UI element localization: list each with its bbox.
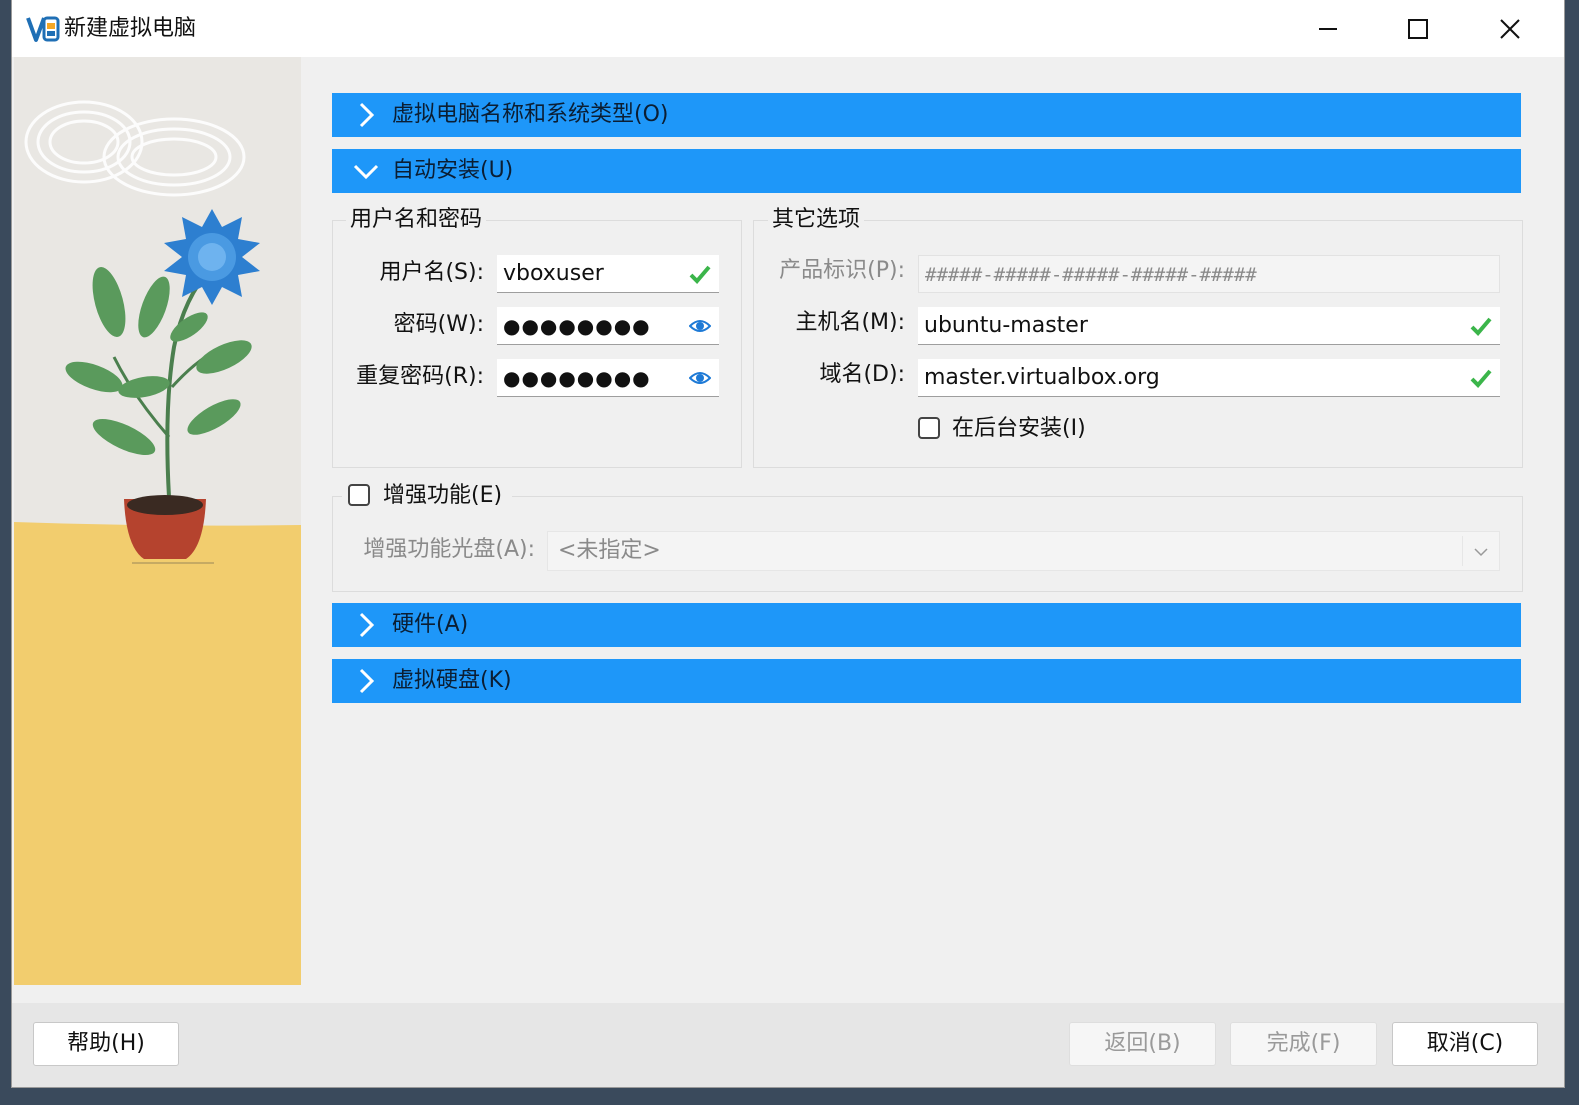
section-label: 虚拟硬盘(K) [392, 668, 512, 693]
username-label: 用户名(S): [379, 260, 484, 285]
domain-label: 域名(D): [819, 362, 905, 387]
background-install-label: 在后台安装(I) [952, 416, 1086, 441]
title-bar: 新建虚拟电脑 [12, 0, 1564, 57]
minimize-button[interactable] [1283, 0, 1373, 57]
new-vm-dialog: 新建虚拟电脑 虚拟电脑名称和系统类型(O) 自动安装(U) 用户名和密码 用户名… [12, 0, 1564, 1087]
virtualbox-app-icon [26, 16, 60, 42]
product-key-input[interactable]: #####-#####-#####-#####-##### [918, 255, 1500, 293]
chevron-down-icon [353, 164, 379, 180]
chevron-right-icon [359, 668, 375, 694]
username-input[interactable]: vboxuser [497, 255, 719, 293]
finish-button[interactable]: 完成(F) [1230, 1022, 1377, 1066]
domain-value: master.virtualbox.org [924, 365, 1160, 390]
close-icon [1500, 18, 1520, 39]
minimize-icon [1319, 27, 1337, 30]
section-virtual-disk[interactable]: 虚拟硬盘(K) [332, 659, 1521, 703]
section-label: 虚拟电脑名称和系统类型(O) [392, 102, 669, 127]
hostname-label: 主机名(M): [795, 310, 905, 335]
section-unattended-install[interactable]: 自动安装(U) [332, 149, 1521, 193]
product-key-label: 产品标识(P): [779, 258, 905, 283]
repeat-password-label: 重复密码(R): [356, 364, 484, 389]
wizard-illustration [14, 57, 301, 985]
password-label: 密码(W): [393, 312, 484, 337]
background-install-checkbox[interactable] [918, 417, 940, 439]
other-options-group-title: 其它选项 [768, 205, 865, 235]
guest-additions-label: 增强功能(E) [383, 483, 503, 508]
hostname-value: ubuntu-master [924, 313, 1088, 338]
maximize-button[interactable] [1373, 0, 1463, 57]
combo-separator [1462, 536, 1463, 566]
section-label: 自动安装(U) [392, 158, 514, 183]
help-button[interactable]: 帮助(H) [33, 1022, 179, 1066]
valid-check-icon [1470, 369, 1492, 388]
back-button[interactable]: 返回(B) [1069, 1022, 1216, 1066]
chevron-right-icon [359, 102, 375, 128]
eye-icon[interactable] [689, 367, 711, 389]
credentials-group-title: 用户名和密码 [346, 205, 487, 235]
valid-check-icon [689, 265, 711, 284]
password-value: ●●●●●●●● [503, 314, 651, 338]
cancel-button[interactable]: 取消(C) [1392, 1022, 1538, 1066]
guest-additions-iso-label: 增强功能光盘(A): [363, 537, 535, 562]
domain-input[interactable]: master.virtualbox.org [918, 359, 1500, 397]
chevron-down-icon [1474, 548, 1488, 557]
username-value: vboxuser [503, 261, 604, 286]
eye-icon[interactable] [689, 315, 711, 337]
repeat-password-value: ●●●●●●●● [503, 366, 651, 390]
guest-additions-iso-value: <未指定> [558, 538, 661, 563]
dialog-footer: 帮助(H) 返回(B) 完成(F) 取消(C) [12, 1003, 1564, 1087]
product-key-placeholder: #####-#####-#####-#####-##### [925, 264, 1257, 286]
maximize-icon [1408, 18, 1428, 39]
hostname-input[interactable]: ubuntu-master [918, 307, 1500, 345]
password-input[interactable]: ●●●●●●●● [497, 307, 719, 345]
valid-check-icon [1470, 317, 1492, 336]
section-hardware[interactable]: 硬件(A) [332, 603, 1521, 647]
guest-additions-iso-select[interactable]: <未指定> [547, 531, 1500, 571]
section-label: 硬件(A) [392, 612, 469, 637]
guest-additions-checkbox[interactable] [348, 484, 370, 506]
repeat-password-input[interactable]: ●●●●●●●● [497, 359, 719, 397]
chevron-right-icon [359, 612, 375, 638]
section-name-and-type[interactable]: 虚拟电脑名称和系统类型(O) [332, 93, 1521, 137]
close-button[interactable] [1465, 0, 1555, 57]
window-title: 新建虚拟电脑 [64, 16, 197, 41]
